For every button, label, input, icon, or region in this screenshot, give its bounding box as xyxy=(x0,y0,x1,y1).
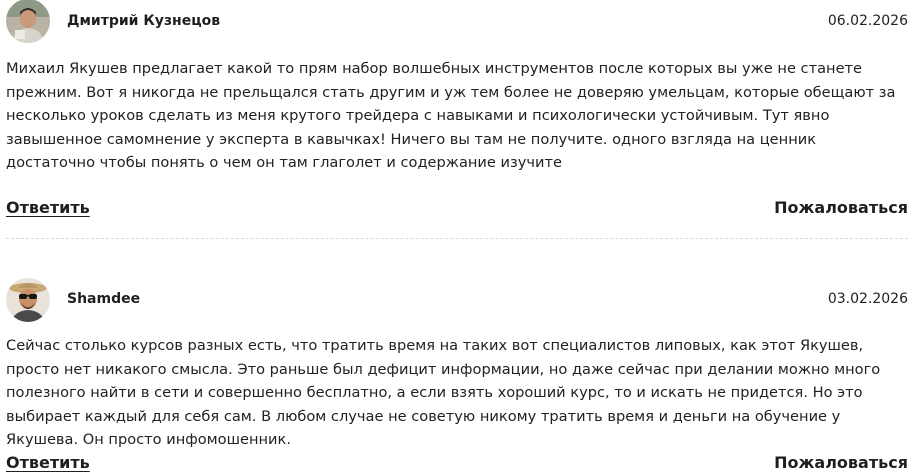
comment-header: Дмитрий Кузнецов 06.02.2026 xyxy=(0,0,910,44)
comment-text: Михаил Якушев предлагает какой то прям н… xyxy=(6,60,896,171)
user-photo-icon xyxy=(6,0,50,43)
reply-button[interactable]: Ответить xyxy=(6,453,90,472)
report-button[interactable]: Пожаловаться xyxy=(774,453,908,472)
comment-header: Shamdee 03.02.2026 xyxy=(0,278,910,322)
comment-actions: Ответить Пожаловаться xyxy=(6,198,908,222)
report-button[interactable]: Пожаловаться xyxy=(774,198,908,217)
comment-author: Дмитрий Кузнецов xyxy=(67,13,221,29)
comment-text: Сейчас столько курсов разных есть, что т… xyxy=(6,337,881,448)
comment-actions: Ответить Пожаловаться xyxy=(6,453,908,476)
comment-date: 03.02.2026 xyxy=(827,291,908,307)
avatar xyxy=(6,278,50,322)
comment-divider xyxy=(6,238,908,239)
comment-author: Shamdee xyxy=(67,291,141,307)
comment-item: Дмитрий Кузнецов 06.02.2026 Михаил Якуше… xyxy=(0,0,910,217)
comment-item: Shamdee 03.02.2026 Сейчас столько курсов… xyxy=(0,278,910,472)
reply-button[interactable]: Ответить xyxy=(6,198,90,217)
avatar xyxy=(6,0,50,43)
comment-date: 06.02.2026 xyxy=(827,13,908,29)
user-photo-icon xyxy=(6,278,50,322)
